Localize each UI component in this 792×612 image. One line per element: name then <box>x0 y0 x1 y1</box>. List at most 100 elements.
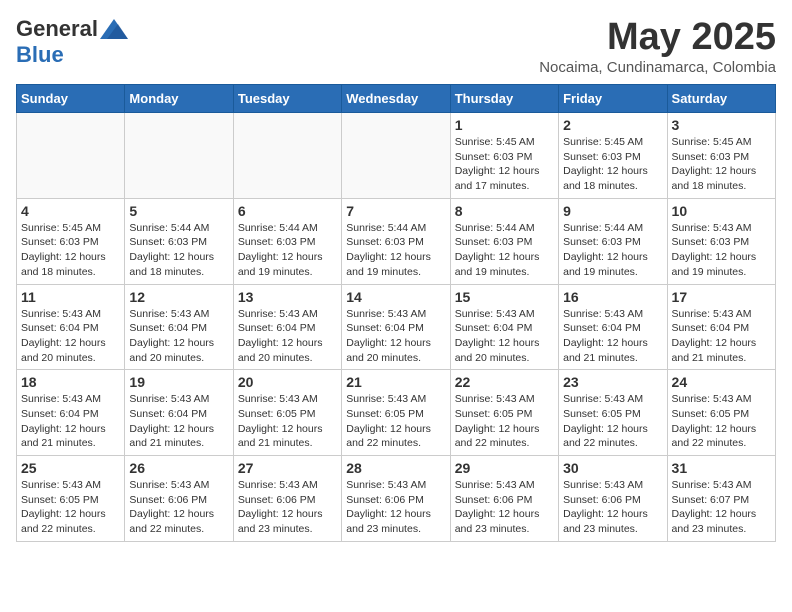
day-info: Sunrise: 5:43 AMSunset: 6:03 PMDaylight:… <box>672 221 771 280</box>
weekday-header-tuesday: Tuesday <box>233 85 341 113</box>
day-number: 5 <box>129 203 228 219</box>
day-info: Sunrise: 5:45 AMSunset: 6:03 PMDaylight:… <box>672 135 771 194</box>
calendar-cell: 14 Sunrise: 5:43 AMSunset: 6:04 PMDayligh… <box>342 284 450 370</box>
day-info: Sunrise: 5:43 AMSunset: 6:05 PMDaylight:… <box>455 392 554 451</box>
day-number: 14 <box>346 289 445 305</box>
logo: General Blue <box>16 16 128 68</box>
day-number: 10 <box>672 203 771 219</box>
day-info: Sunrise: 5:43 AMSunset: 6:05 PMDaylight:… <box>21 478 120 537</box>
day-info: Sunrise: 5:43 AMSunset: 6:04 PMDaylight:… <box>563 307 662 366</box>
day-number: 18 <box>21 374 120 390</box>
day-number: 7 <box>346 203 445 219</box>
day-number: 4 <box>21 203 120 219</box>
day-info: Sunrise: 5:43 AMSunset: 6:04 PMDaylight:… <box>21 307 120 366</box>
calendar-cell: 16 Sunrise: 5:43 AMSunset: 6:04 PMDayligh… <box>559 284 667 370</box>
calendar-cell <box>342 113 450 199</box>
day-info: Sunrise: 5:45 AMSunset: 6:03 PMDaylight:… <box>455 135 554 194</box>
day-number: 1 <box>455 117 554 133</box>
day-number: 23 <box>563 374 662 390</box>
calendar-cell: 15 Sunrise: 5:43 AMSunset: 6:04 PMDayligh… <box>450 284 558 370</box>
calendar-cell: 28 Sunrise: 5:43 AMSunset: 6:06 PMDayligh… <box>342 456 450 542</box>
calendar-cell: 6Sunrise: 5:44 AMSunset: 6:03 PMDaylight… <box>233 198 341 284</box>
month-title: May 2025 <box>539 16 776 59</box>
weekday-header-wednesday: Wednesday <box>342 85 450 113</box>
calendar-cell: 13Sunrise: 5:43 AMSunset: 6:04 PMDayligh… <box>233 284 341 370</box>
logo-general: General <box>16 16 98 42</box>
day-number: 31 <box>672 460 771 476</box>
day-info: Sunrise: 5:43 AMSunset: 6:04 PMDaylight:… <box>455 307 554 366</box>
calendar-cell <box>125 113 233 199</box>
day-number: 28 <box>346 460 445 476</box>
day-number: 17 <box>672 289 771 305</box>
day-number: 19 <box>129 374 228 390</box>
day-info: Sunrise: 5:43 AMSunset: 6:07 PMDaylight:… <box>672 478 771 537</box>
weekday-header-friday: Friday <box>559 85 667 113</box>
day-info: Sunrise: 5:45 AMSunset: 6:03 PMDaylight:… <box>21 221 120 280</box>
calendar-cell: 1 Sunrise: 5:45 AMSunset: 6:03 PMDaylight… <box>450 113 558 199</box>
weekday-header-monday: Monday <box>125 85 233 113</box>
calendar-cell: 18 Sunrise: 5:43 AMSunset: 6:04 PMDayligh… <box>17 370 125 456</box>
calendar-cell: 8Sunrise: 5:44 AMSunset: 6:03 PMDaylight… <box>450 198 558 284</box>
calendar-cell: 19Sunrise: 5:43 AMSunset: 6:04 PMDayligh… <box>125 370 233 456</box>
calendar-week-1: 1 Sunrise: 5:45 AMSunset: 6:03 PMDaylight… <box>17 113 776 199</box>
calendar: SundayMondayTuesdayWednesdayThursdayFrid… <box>16 84 776 542</box>
day-info: Sunrise: 5:43 AMSunset: 6:06 PMDaylight:… <box>455 478 554 537</box>
calendar-week-2: 4 Sunrise: 5:45 AMSunset: 6:03 PMDaylight… <box>17 198 776 284</box>
day-info: Sunrise: 5:44 AMSunset: 6:03 PMDaylight:… <box>346 221 445 280</box>
day-info: Sunrise: 5:43 AMSunset: 6:05 PMDaylight:… <box>346 392 445 451</box>
day-info: Sunrise: 5:44 AMSunset: 6:03 PMDaylight:… <box>563 221 662 280</box>
day-number: 8 <box>455 203 554 219</box>
day-number: 27 <box>238 460 337 476</box>
calendar-cell: 26Sunrise: 5:43 AMSunset: 6:06 PMDayligh… <box>125 456 233 542</box>
calendar-cell: 4 Sunrise: 5:45 AMSunset: 6:03 PMDaylight… <box>17 198 125 284</box>
calendar-cell: 7 Sunrise: 5:44 AMSunset: 6:03 PMDaylight… <box>342 198 450 284</box>
day-info: Sunrise: 5:43 AMSunset: 6:04 PMDaylight:… <box>21 392 120 451</box>
calendar-cell: 23 Sunrise: 5:43 AMSunset: 6:05 PMDayligh… <box>559 370 667 456</box>
day-number: 9 <box>563 203 662 219</box>
day-info: Sunrise: 5:43 AMSunset: 6:04 PMDaylight:… <box>129 307 228 366</box>
day-number: 6 <box>238 203 337 219</box>
day-info: Sunrise: 5:45 AMSunset: 6:03 PMDaylight:… <box>563 135 662 194</box>
calendar-cell: 20 Sunrise: 5:43 AMSunset: 6:05 PMDayligh… <box>233 370 341 456</box>
day-number: 16 <box>563 289 662 305</box>
logo-icon <box>100 19 128 39</box>
calendar-cell: 21 Sunrise: 5:43 AMSunset: 6:05 PMDayligh… <box>342 370 450 456</box>
calendar-cell: 30Sunrise: 5:43 AMSunset: 6:06 PMDayligh… <box>559 456 667 542</box>
page-header: General Blue May 2025 Nocaima, Cundinama… <box>16 16 776 76</box>
calendar-cell: 9 Sunrise: 5:44 AMSunset: 6:03 PMDaylight… <box>559 198 667 284</box>
calendar-cell: 17 Sunrise: 5:43 AMSunset: 6:04 PMDayligh… <box>667 284 775 370</box>
weekday-header-saturday: Saturday <box>667 85 775 113</box>
calendar-cell: 22 Sunrise: 5:43 AMSunset: 6:05 PMDayligh… <box>450 370 558 456</box>
day-number: 12 <box>129 289 228 305</box>
weekday-header-thursday: Thursday <box>450 85 558 113</box>
day-info: Sunrise: 5:43 AMSunset: 6:06 PMDaylight:… <box>346 478 445 537</box>
day-number: 11 <box>21 289 120 305</box>
calendar-cell: 29 Sunrise: 5:43 AMSunset: 6:06 PMDayligh… <box>450 456 558 542</box>
calendar-cell: 24 Sunrise: 5:43 AMSunset: 6:05 PMDayligh… <box>667 370 775 456</box>
day-number: 22 <box>455 374 554 390</box>
day-number: 26 <box>129 460 228 476</box>
calendar-cell: 11 Sunrise: 5:43 AMSunset: 6:04 PMDayligh… <box>17 284 125 370</box>
day-info: Sunrise: 5:43 AMSunset: 6:06 PMDaylight:… <box>563 478 662 537</box>
day-number: 3 <box>672 117 771 133</box>
calendar-cell: 31 Sunrise: 5:43 AMSunset: 6:07 PMDayligh… <box>667 456 775 542</box>
day-number: 21 <box>346 374 445 390</box>
title-block: May 2025 Nocaima, Cundinamarca, Colombia <box>539 16 776 76</box>
day-info: Sunrise: 5:43 AMSunset: 6:06 PMDaylight:… <box>238 478 337 537</box>
day-info: Sunrise: 5:43 AMSunset: 6:04 PMDaylight:… <box>672 307 771 366</box>
day-number: 20 <box>238 374 337 390</box>
day-info: Sunrise: 5:43 AMSunset: 6:05 PMDaylight:… <box>238 392 337 451</box>
day-number: 24 <box>672 374 771 390</box>
day-number: 29 <box>455 460 554 476</box>
calendar-cell: 5Sunrise: 5:44 AMSunset: 6:03 PMDaylight… <box>125 198 233 284</box>
day-number: 15 <box>455 289 554 305</box>
day-number: 2 <box>563 117 662 133</box>
day-info: Sunrise: 5:43 AMSunset: 6:05 PMDaylight:… <box>672 392 771 451</box>
calendar-cell: 12 Sunrise: 5:43 AMSunset: 6:04 PMDayligh… <box>125 284 233 370</box>
calendar-week-4: 18 Sunrise: 5:43 AMSunset: 6:04 PMDayligh… <box>17 370 776 456</box>
day-info: Sunrise: 5:43 AMSunset: 6:05 PMDaylight:… <box>563 392 662 451</box>
day-number: 13 <box>238 289 337 305</box>
calendar-cell: 10 Sunrise: 5:43 AMSunset: 6:03 PMDayligh… <box>667 198 775 284</box>
day-info: Sunrise: 5:43 AMSunset: 6:04 PMDaylight:… <box>346 307 445 366</box>
logo-blue: Blue <box>16 42 64 67</box>
